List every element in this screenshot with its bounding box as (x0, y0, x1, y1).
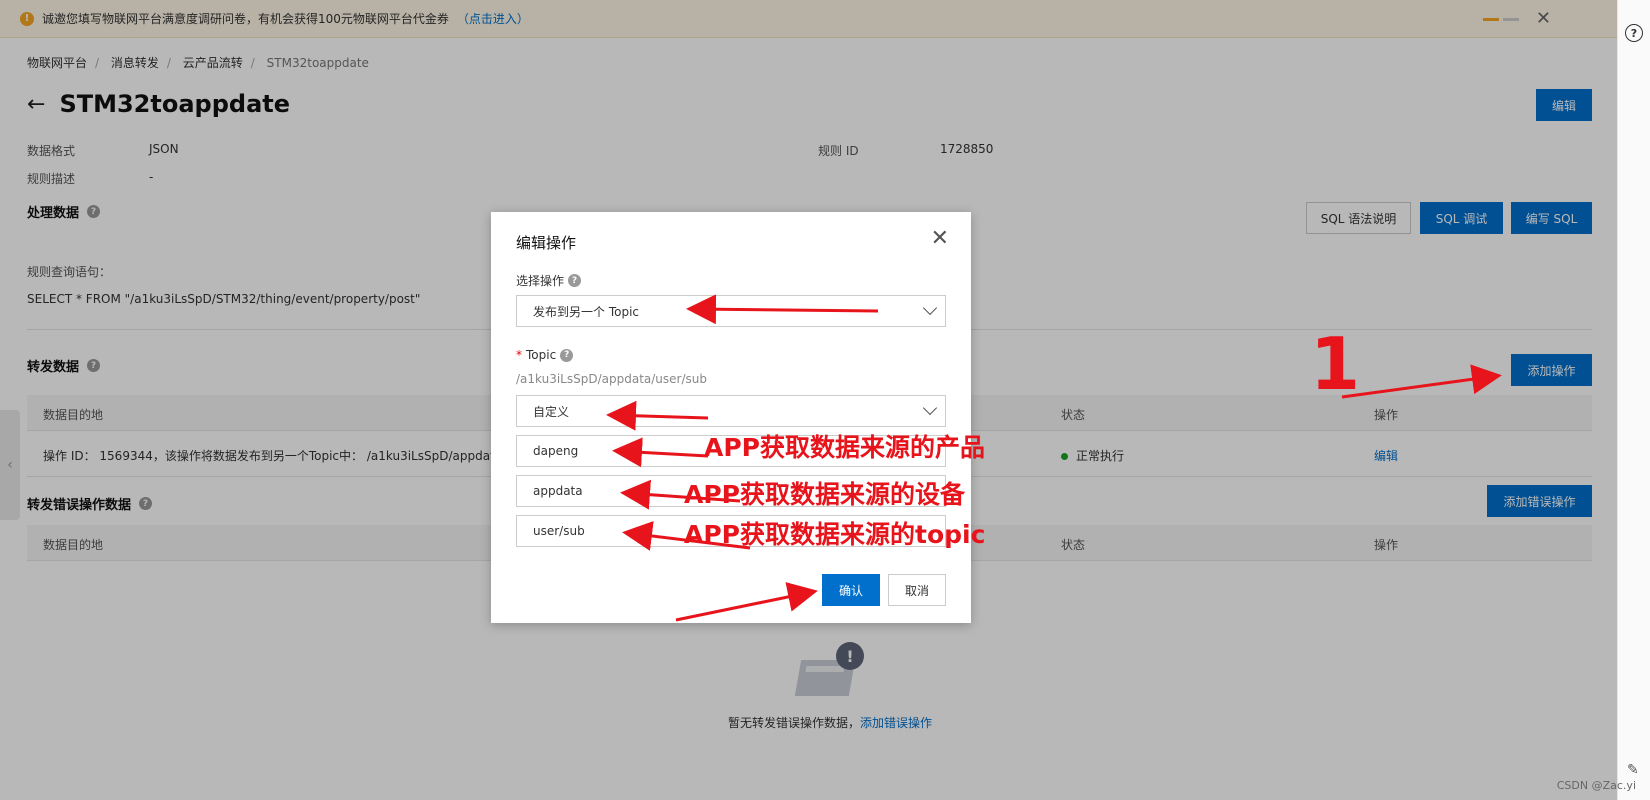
select-op-label-text: 选择操作 (516, 274, 565, 288)
annotation-device: APP获取数据来源的设备 (684, 480, 965, 509)
topic-type-select[interactable]: 自定义 (516, 395, 946, 427)
help-icon[interactable]: ? (560, 348, 574, 362)
operation-select-value: 发布到另一个 Topic (533, 304, 639, 319)
topic-type-value: 自定义 (533, 404, 570, 419)
product-input-value: dapeng (533, 444, 579, 458)
topic-hint: /a1ku3iLsSpD/appdata/user/sub (516, 372, 707, 386)
help-icon[interactable]: ? (1625, 24, 1643, 42)
help-icon[interactable]: ? (568, 274, 582, 287)
topic-label: * Topic? (516, 348, 574, 362)
annotation-product: APP获取数据来源的产品 (704, 433, 985, 462)
select-op-label: 选择操作? (516, 272, 582, 289)
edit-action-dialog: 编辑操作 ✕ 选择操作? 发布到另一个 Topic * Topic? /a1ku3… (491, 212, 971, 623)
annotation-topic: APP获取数据来源的topic (684, 520, 986, 549)
edit-pen-icon[interactable]: ✎ (1627, 762, 1639, 778)
dialog-title: 编辑操作 (516, 234, 577, 252)
device-input-value: appdata (533, 484, 583, 498)
topic-input-value: user/sub (533, 524, 585, 538)
cancel-button[interactable]: 取消 (888, 574, 946, 606)
right-rail: ? ✎ (1617, 0, 1650, 800)
topic-label-text: Topic (526, 348, 557, 362)
chevron-down-icon (922, 400, 938, 416)
close-icon[interactable]: ✕ (931, 226, 949, 251)
annotation-number: 1 (1310, 322, 1361, 406)
chevron-down-icon (922, 300, 938, 316)
operation-select[interactable]: 发布到另一个 Topic (516, 295, 946, 327)
watermark: CSDN @Zac.yi (1556, 779, 1636, 792)
confirm-button[interactable]: 确认 (822, 574, 880, 606)
